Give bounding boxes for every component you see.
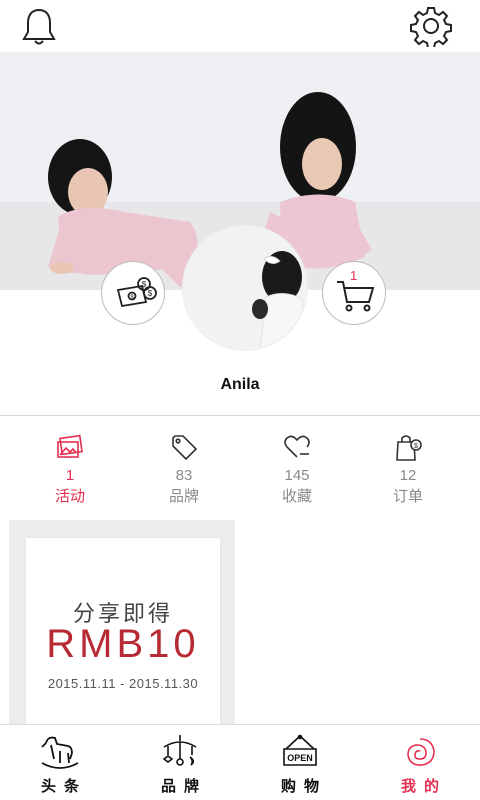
promo-card[interactable]: 分享即得 RMB10 2015.11.11 - 2015.11.30 (9, 520, 235, 730)
stat-label: 品牌 (168, 488, 199, 505)
wallet-button[interactable]: $ $ $ (101, 261, 165, 325)
stat-label: 收藏 (281, 488, 312, 505)
stat-count: 1 (65, 467, 75, 484)
rocking-horse-icon (41, 736, 79, 769)
stat-label: 活动 (54, 488, 85, 505)
avatar[interactable] (182, 225, 308, 351)
bottom-tab-bar: 头条 品牌 OPEN 购物 我的 (0, 724, 480, 800)
activities-grid: 分享即得 RMB10 2015.11.11 - 2015.11.30 (0, 512, 480, 730)
stat-favorites[interactable]: 145 收藏 (237, 428, 357, 512)
svg-text:$: $ (142, 280, 147, 289)
tab-label: 购物 (280, 778, 327, 795)
promo-dates: 2015.11.11 - 2015.11.30 (47, 676, 199, 691)
stat-count: 83 (175, 467, 193, 484)
top-bar (0, 0, 480, 52)
stat-count: 145 (284, 467, 310, 484)
tab-label: 品牌 (160, 778, 207, 795)
tab-brands[interactable]: 品牌 (120, 725, 240, 800)
stat-count: 12 (399, 467, 417, 484)
tab-mine[interactable]: 我的 (360, 725, 480, 800)
stat-activities[interactable]: 1 活动 (10, 428, 130, 512)
cart-count-badge: 1 (350, 268, 358, 283)
bell-icon[interactable] (18, 6, 60, 48)
svg-text:$: $ (414, 443, 418, 450)
stat-brands[interactable]: 83 品牌 (124, 428, 244, 512)
cart-button[interactable]: 1 (322, 261, 386, 325)
divider (0, 415, 480, 416)
stat-orders[interactable]: $ 12 订单 (348, 428, 468, 512)
stats-row: 1 活动 83 品牌 145 收藏 $ 12 订单 (0, 428, 480, 512)
username: Anila (220, 376, 260, 393)
heart-icon (284, 435, 310, 458)
money-icon: $ $ $ (116, 277, 157, 308)
tab-label: 我的 (400, 778, 447, 795)
open-sign-icon: OPEN (283, 734, 317, 766)
snail-icon (407, 738, 435, 766)
tab-headlines[interactable]: 头条 (0, 725, 120, 800)
baby-mobile-icon (162, 735, 197, 766)
stat-label: 订单 (392, 488, 423, 505)
promo-amount: RMB10 (46, 622, 200, 666)
photos-icon (57, 434, 83, 458)
avatar-photo (184, 227, 306, 349)
promo-card-body: 分享即得 RMB10 2015.11.11 - 2015.11.30 (26, 538, 220, 728)
tab-label: 头条 (40, 778, 87, 795)
gear-icon[interactable] (410, 5, 452, 47)
svg-text:OPEN: OPEN (287, 753, 313, 763)
shopping-bag-icon: $ (396, 435, 422, 461)
svg-text:$: $ (148, 289, 153, 298)
tab-shopping[interactable]: OPEN 购物 (240, 725, 360, 800)
tag-icon (172, 435, 198, 461)
